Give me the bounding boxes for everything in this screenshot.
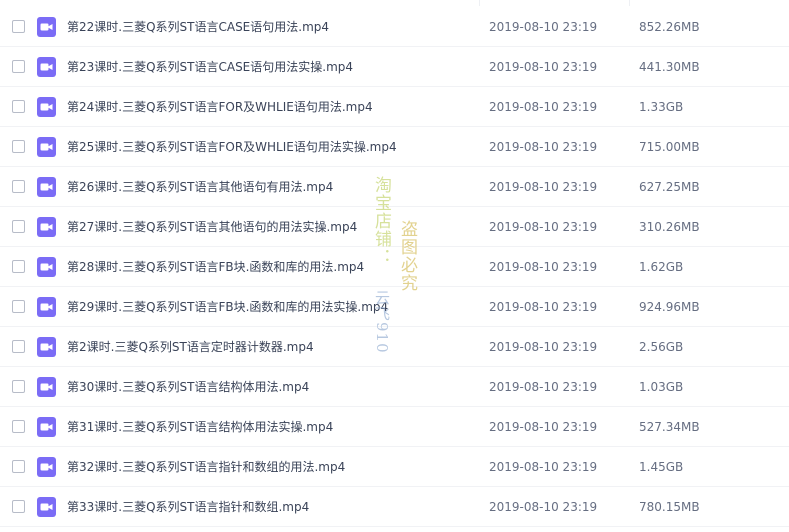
- video-file-icon: [37, 177, 56, 197]
- file-row[interactable]: 第29课时.三菱Q系列ST语言FB块.函数和库的用法实操.mp4 2019-08…: [0, 287, 789, 327]
- file-row[interactable]: 第32课时.三菱Q系列ST语言指针和数组的用法.mp4 2019-08-10 2…: [0, 447, 789, 487]
- row-checkbox[interactable]: [12, 180, 25, 193]
- file-modified-date: 2019-08-10 23:19: [489, 460, 598, 474]
- file-modified-date: 2019-08-10 23:19: [489, 220, 598, 234]
- file-name[interactable]: 第29课时.三菱Q系列ST语言FB块.函数和库的用法实操.mp4: [67, 298, 388, 316]
- file-name[interactable]: 第24课时.三菱Q系列ST语言FOR及WHLIE语句用法.mp4: [67, 98, 373, 116]
- video-file-icon: [37, 97, 56, 117]
- file-row[interactable]: 第23课时.三菱Q系列ST语言CASE语句用法实操.mp4 2019-08-10…: [0, 47, 789, 87]
- file-size: 1.45GB: [639, 460, 684, 474]
- file-size: 527.34MB: [639, 420, 700, 434]
- file-modified-date: 2019-08-10 23:19: [489, 340, 598, 354]
- file-name[interactable]: 第27课时.三菱Q系列ST语言其他语句的用法实操.mp4: [67, 218, 357, 236]
- file-row[interactable]: 第24课时.三菱Q系列ST语言FOR及WHLIE语句用法.mp4 2019-08…: [0, 87, 789, 127]
- file-size: 1.33GB: [639, 100, 684, 114]
- row-checkbox[interactable]: [12, 300, 25, 313]
- file-size: 441.30MB: [639, 60, 700, 74]
- video-file-icon: [37, 137, 56, 157]
- file-row[interactable]: 第25课时.三菱Q系列ST语言FOR及WHLIE语句用法实操.mp4 2019-…: [0, 127, 789, 167]
- row-checkbox[interactable]: [12, 220, 25, 233]
- file-name[interactable]: 第28课时.三菱Q系列ST语言FB块.函数和库的用法.mp4: [67, 258, 364, 276]
- file-row[interactable]: 第22课时.三菱Q系列ST语言CASE语句用法.mp4 2019-08-10 2…: [0, 7, 789, 47]
- file-name[interactable]: 第23课时.三菱Q系列ST语言CASE语句用法实操.mp4: [67, 58, 353, 76]
- file-row[interactable]: 第26课时.三菱Q系列ST语言其他语句有用法.mp4 2019-08-10 23…: [0, 167, 789, 207]
- video-file-icon: [37, 57, 56, 77]
- video-file-icon: [37, 497, 56, 517]
- file-name[interactable]: 第26课时.三菱Q系列ST语言其他语句有用法.mp4: [67, 178, 333, 196]
- file-row[interactable]: 第30课时.三菱Q系列ST语言结构体用法.mp4 2019-08-10 23:1…: [0, 367, 789, 407]
- file-modified-date: 2019-08-10 23:19: [489, 260, 598, 274]
- file-name[interactable]: 第25课时.三菱Q系列ST语言FOR及WHLIE语句用法实操.mp4: [67, 138, 397, 156]
- watermark-seller: 云飞910: [373, 290, 391, 354]
- row-checkbox[interactable]: [12, 340, 25, 353]
- video-file-icon: [37, 337, 56, 357]
- file-name[interactable]: 第32课时.三菱Q系列ST语言指针和数组的用法.mp4: [67, 458, 345, 476]
- video-file-icon: [37, 417, 56, 437]
- file-size: 2.56GB: [639, 340, 684, 354]
- file-row[interactable]: 第31课时.三菱Q系列ST语言结构体用法实操.mp4 2019-08-10 23…: [0, 407, 789, 447]
- row-checkbox[interactable]: [12, 500, 25, 513]
- row-checkbox[interactable]: [12, 100, 25, 113]
- file-modified-date: 2019-08-10 23:19: [489, 420, 598, 434]
- file-size: 310.26MB: [639, 220, 700, 234]
- row-checkbox[interactable]: [12, 260, 25, 273]
- file-name[interactable]: 第33课时.三菱Q系列ST语言指针和数组.mp4: [67, 498, 309, 516]
- file-row[interactable]: 第33课时.三菱Q系列ST语言指针和数组.mp4 2019-08-10 23:1…: [0, 487, 789, 527]
- file-size: 627.25MB: [639, 180, 700, 194]
- file-row[interactable]: 第27课时.三菱Q系列ST语言其他语句的用法实操.mp4 2019-08-10 …: [0, 207, 789, 247]
- video-file-icon: [37, 257, 56, 277]
- watermark-shop: 淘宝店铺：: [371, 176, 391, 266]
- column-divider: [479, 0, 480, 6]
- file-modified-date: 2019-08-10 23:19: [489, 300, 598, 314]
- file-modified-date: 2019-08-10 23:19: [489, 500, 598, 514]
- file-size: 1.62GB: [639, 260, 684, 274]
- row-checkbox[interactable]: [12, 380, 25, 393]
- file-size: 924.96MB: [639, 300, 700, 314]
- file-list: 第22课时.三菱Q系列ST语言CASE语句用法.mp4 2019-08-10 2…: [0, 0, 789, 532]
- video-file-icon: [37, 17, 56, 37]
- file-row[interactable]: 第2课时.三菱Q系列ST语言定时器计数器.mp4 2019-08-10 23:1…: [0, 327, 789, 367]
- file-row[interactable]: 第28课时.三菱Q系列ST语言FB块.函数和库的用法.mp4 2019-08-1…: [0, 247, 789, 287]
- row-checkbox[interactable]: [12, 420, 25, 433]
- file-modified-date: 2019-08-10 23:19: [489, 100, 598, 114]
- video-file-icon: [37, 377, 56, 397]
- file-name[interactable]: 第30课时.三菱Q系列ST语言结构体用法.mp4: [67, 378, 309, 396]
- file-name[interactable]: 第2课时.三菱Q系列ST语言定时器计数器.mp4: [67, 338, 314, 356]
- video-file-icon: [37, 297, 56, 317]
- file-modified-date: 2019-08-10 23:19: [489, 380, 598, 394]
- watermark-notice: 盗图必究: [397, 220, 417, 292]
- file-name[interactable]: 第31课时.三菱Q系列ST语言结构体用法实操.mp4: [67, 418, 333, 436]
- file-size: 852.26MB: [639, 20, 700, 34]
- file-modified-date: 2019-08-10 23:19: [489, 20, 598, 34]
- row-checkbox[interactable]: [12, 60, 25, 73]
- video-file-icon: [37, 217, 56, 237]
- row-checkbox[interactable]: [12, 20, 25, 33]
- file-modified-date: 2019-08-10 23:19: [489, 180, 598, 194]
- file-size: 715.00MB: [639, 140, 700, 154]
- file-size: 780.15MB: [639, 500, 700, 514]
- column-divider: [629, 0, 630, 6]
- file-size: 1.03GB: [639, 380, 684, 394]
- video-file-icon: [37, 457, 56, 477]
- file-modified-date: 2019-08-10 23:19: [489, 60, 598, 74]
- file-modified-date: 2019-08-10 23:19: [489, 140, 598, 154]
- row-checkbox[interactable]: [12, 460, 25, 473]
- row-checkbox[interactable]: [12, 140, 25, 153]
- file-name[interactable]: 第22课时.三菱Q系列ST语言CASE语句用法.mp4: [67, 18, 329, 36]
